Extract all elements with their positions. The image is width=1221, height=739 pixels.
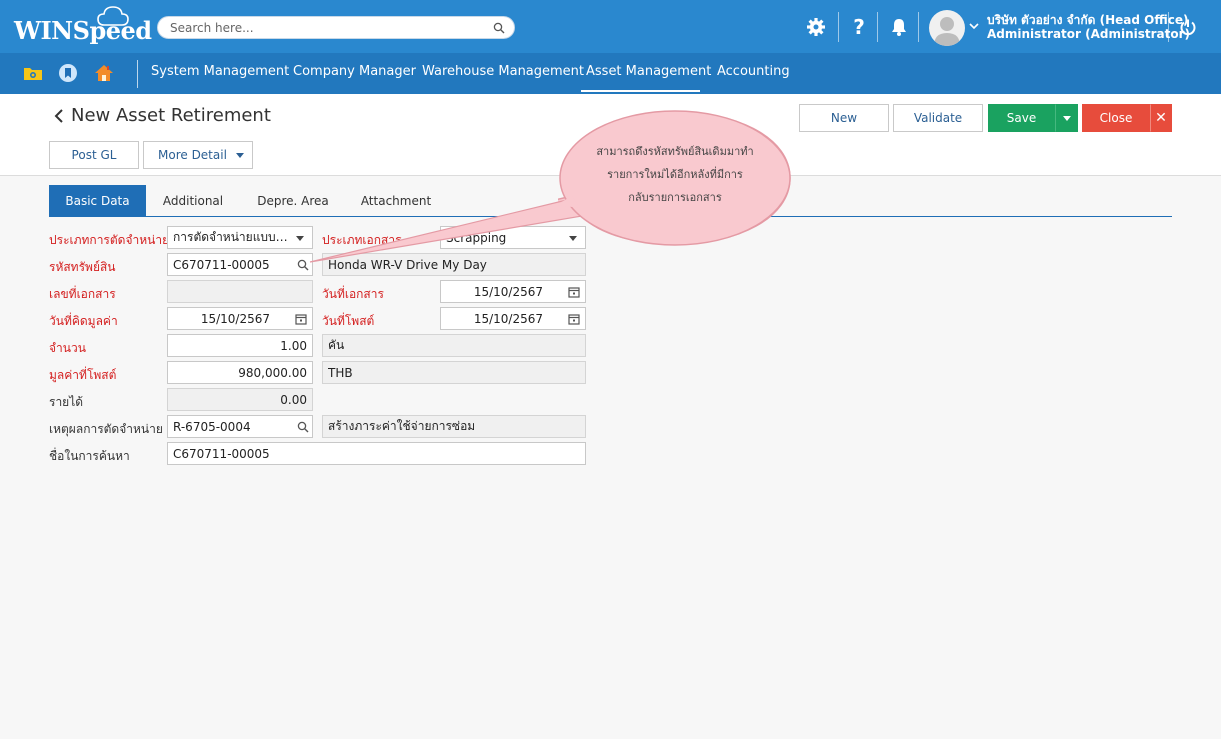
chevron-down-icon[interactable] bbox=[969, 22, 979, 30]
unit-field: คัน bbox=[322, 334, 586, 357]
post-value-label: มูลค่าที่โพสต์ bbox=[49, 368, 117, 382]
global-search[interactable] bbox=[157, 16, 515, 39]
search-input[interactable] bbox=[170, 20, 480, 36]
reason-desc-field: สร้างภาระค่าใช้จ่ายการซ่อม bbox=[322, 415, 586, 438]
income-label: รายได้ bbox=[49, 395, 84, 409]
active-menu-indicator bbox=[581, 90, 700, 92]
more-detail-button[interactable]: More Detail bbox=[143, 141, 253, 169]
menu-accounting[interactable]: Accounting bbox=[717, 64, 790, 79]
unit-value: คัน bbox=[328, 338, 345, 352]
asset-code-label: รหัสทรัพย์สิน bbox=[49, 260, 116, 274]
app-logo[interactable]: WINSpeed bbox=[14, 16, 152, 45]
save-button[interactable]: Save bbox=[988, 104, 1055, 132]
gear-icon[interactable] bbox=[804, 14, 828, 40]
close-icon[interactable]: ✕ bbox=[1150, 104, 1172, 132]
search-name-input[interactable]: C670711-00005 bbox=[167, 442, 586, 465]
income-field: 0.00 bbox=[167, 388, 313, 411]
help-icon[interactable]: ? bbox=[847, 14, 871, 40]
reason-desc-value: สร้างภาระค่าใช้จ่ายการซ่อม bbox=[328, 419, 476, 433]
folder-icon[interactable] bbox=[23, 63, 43, 83]
header-divider bbox=[1168, 12, 1169, 42]
menu-system-management[interactable]: System Management bbox=[151, 64, 289, 79]
calendar-icon[interactable] bbox=[295, 313, 307, 325]
qty-label: จำนวน bbox=[49, 341, 86, 355]
reason-label: เหตุผลการตัดจำหน่าย bbox=[49, 422, 163, 436]
currency-field: THB bbox=[322, 361, 586, 384]
callout-line: กลับรายการเอกสาร bbox=[628, 191, 722, 204]
caret-down-icon bbox=[236, 153, 244, 158]
page-title: New Asset Retirement bbox=[71, 105, 271, 126]
menu-asset-management[interactable]: Asset Management bbox=[586, 64, 711, 79]
currency-value: THB bbox=[328, 365, 353, 380]
home-icon[interactable] bbox=[94, 63, 114, 83]
post-gl-button[interactable]: Post GL bbox=[49, 141, 139, 169]
search-icon[interactable] bbox=[493, 22, 505, 34]
more-detail-label: More Detail bbox=[158, 148, 227, 162]
post-value-value: 980,000.00 bbox=[238, 365, 307, 380]
bell-icon[interactable] bbox=[887, 14, 911, 40]
calendar-icon[interactable] bbox=[568, 313, 580, 325]
calendar-icon[interactable] bbox=[568, 286, 580, 298]
tab-additional[interactable]: Additional bbox=[146, 185, 240, 216]
calc-date-input[interactable]: 15/10/2567 bbox=[167, 307, 313, 330]
callout-line: สามารถดึงรหัสทรัพย์สินเดิมมาทำ bbox=[596, 145, 754, 158]
search-name-value: C670711-00005 bbox=[173, 446, 270, 461]
calc-date-label: วันที่คิดมูลค่า bbox=[49, 314, 118, 328]
income-value: 0.00 bbox=[280, 392, 307, 407]
close-button[interactable]: Close bbox=[1082, 104, 1150, 132]
retire-type-value: การตัดจำหน่ายแบบตัด... bbox=[173, 230, 291, 244]
header-divider bbox=[918, 12, 919, 42]
doc-date-label: วันที่เอกสาร bbox=[322, 287, 384, 301]
reason-value: R-6705-0004 bbox=[173, 419, 251, 434]
bookmark-icon[interactable] bbox=[58, 63, 78, 83]
user-role: Administrator (Administrator) bbox=[987, 27, 1191, 41]
validate-button[interactable]: Validate bbox=[893, 104, 983, 132]
asset-code-input[interactable]: C670711-00005 bbox=[167, 253, 313, 276]
header-divider bbox=[877, 12, 878, 42]
post-date-label: วันที่โพสต์ bbox=[322, 314, 375, 328]
post-date-input[interactable]: 15/10/2567 bbox=[440, 307, 586, 330]
doc-date-input[interactable]: 15/10/2567 bbox=[440, 280, 586, 303]
menu-company-manager[interactable]: Company Manager bbox=[293, 64, 416, 79]
calc-date-value: 15/10/2567 bbox=[200, 311, 270, 326]
search-name-label: ชื่อในการค้นหา bbox=[49, 449, 130, 463]
menu-warehouse-management[interactable]: Warehouse Management bbox=[422, 64, 584, 79]
back-chevron-icon[interactable] bbox=[53, 108, 65, 124]
new-button[interactable]: New bbox=[799, 104, 889, 132]
power-icon[interactable] bbox=[1176, 14, 1200, 40]
callout-pointer bbox=[309, 197, 590, 263]
caret-down-icon bbox=[1062, 115, 1071, 121]
cloud-icon bbox=[97, 6, 129, 26]
save-options-button[interactable] bbox=[1055, 104, 1078, 132]
retire-type-label: ประเภทการตัดจำหน่าย bbox=[49, 233, 170, 247]
callout-text: สามารถดึงรหัสทรัพย์สินเดิมมาทำ รายการใหม… bbox=[580, 140, 770, 209]
doc-no-field bbox=[167, 280, 313, 303]
search-icon[interactable] bbox=[297, 421, 309, 433]
post-date-value: 15/10/2567 bbox=[473, 311, 543, 326]
doc-date-value: 15/10/2567 bbox=[473, 284, 543, 299]
reason-input[interactable]: R-6705-0004 bbox=[167, 415, 313, 438]
doc-no-label: เลขที่เอกสาร bbox=[49, 287, 116, 301]
qty-value: 1.00 bbox=[280, 338, 307, 353]
user-avatar[interactable] bbox=[929, 10, 965, 46]
retire-type-select[interactable]: การตัดจำหน่ายแบบตัด... bbox=[167, 226, 313, 249]
post-value-input[interactable]: 980,000.00 bbox=[167, 361, 313, 384]
asset-code-value: C670711-00005 bbox=[173, 257, 270, 272]
tab-basic-data[interactable]: Basic Data bbox=[49, 185, 146, 216]
nav-divider bbox=[137, 60, 138, 88]
callout-line: รายการใหม่ได้อีกหลังที่มีการ bbox=[607, 168, 743, 181]
qty-input[interactable]: 1.00 bbox=[167, 334, 313, 357]
header-divider bbox=[838, 12, 839, 42]
